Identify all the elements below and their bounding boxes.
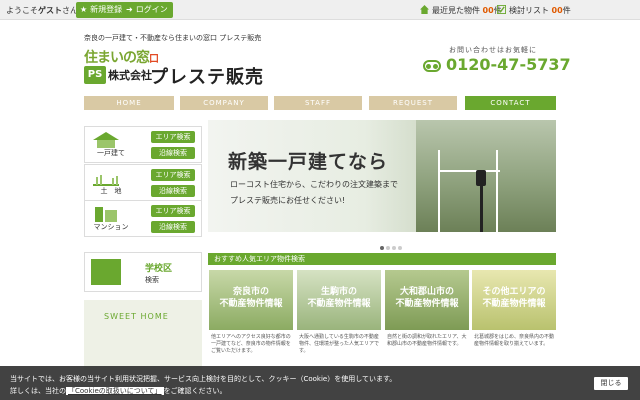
- freedial-icon: [423, 60, 441, 72]
- search-mansion-box: マンション エリア検索 沿線検索: [84, 200, 202, 237]
- school-icon: [91, 259, 121, 285]
- card-description: 他エリアへのアクセス良好な都市の一戸建てなど、奈良市の物件情報をご覧いただけます…: [211, 334, 291, 354]
- area-card-other[interactable]: その他エリアの 不動産物件情報 北葛城郡をはじめ、奈良県内の不動産物件情報を取り…: [472, 270, 556, 370]
- logo-text[interactable]: 住まいの窓口: [84, 47, 159, 67]
- logo-mark: PS: [84, 66, 106, 84]
- star-icon: ★: [80, 5, 88, 14]
- slider-dot[interactable]: [392, 246, 396, 250]
- search-house-box: 一戸建て エリア検索 沿線検索: [84, 126, 202, 163]
- area-card-ikoma[interactable]: 生駒市の 不動産物件情報 大阪へ通勤している生駒市の不動産物件、住環境が整った人…: [297, 270, 381, 370]
- top-bar: ようこそゲストさん ★ 新規登録 ➜ ログイン 最近見た物件 00件 検討リスト 0…: [0, 0, 640, 20]
- area-card-yamatokoriyama[interactable]: 大和郡山市の 不動産物件情報 自然と街の調和が取れたエリア、大和郡山市の不動産物…: [385, 270, 469, 370]
- nav-request[interactable]: REQUEST: [369, 96, 457, 110]
- hero-line1: ローコスト住宅から、こだわりの注文建築まで: [230, 180, 398, 189]
- hero-banner[interactable]: 新築一戸建てなら ローコスト住宅から、こだわりの注文建築まで プレステ販売にお任…: [208, 120, 556, 232]
- school-district-search[interactable]: 学校区 検索: [84, 252, 202, 292]
- nav-staff[interactable]: STAFF: [274, 96, 362, 110]
- slider-dot[interactable]: [398, 246, 402, 250]
- land-line-search-button[interactable]: 沿線検索: [151, 185, 195, 197]
- house-icon: [420, 5, 429, 14]
- cookie-text-2: 詳しくは、当社の 「Cookieの取扱いについて」 をご確認ください。: [10, 387, 227, 395]
- slider-dots: [380, 235, 404, 254]
- sweet-home-text: SWEET HOME: [104, 312, 169, 321]
- land-label: 土 地: [100, 187, 122, 195]
- hero-title: 新築一戸建てなら: [228, 151, 389, 173]
- house-area-search-button[interactable]: エリア検索: [151, 131, 195, 143]
- nav-company[interactable]: COMPANY: [180, 96, 268, 110]
- card-subtitle: 不動産物件情報: [219, 299, 283, 309]
- register-button[interactable]: ★ 新規登録: [76, 2, 128, 18]
- nav-home[interactable]: HOME: [84, 96, 174, 110]
- search-land-box: 土 地 エリア検索 沿線検索: [84, 164, 202, 201]
- login-icon: ➜: [126, 5, 133, 14]
- mansion-line-search-button[interactable]: 沿線検索: [151, 221, 195, 233]
- hero-fence: [438, 150, 500, 232]
- house-icon: [93, 132, 119, 148]
- card-description: 大阪へ通勤している生駒市の不動産物件、住環境が整った人気エリアです。: [299, 334, 380, 354]
- house-label: 一戸建て: [97, 149, 125, 157]
- slider-dot[interactable]: [380, 246, 384, 250]
- site-tagline: 奈良の一戸建て・不動産なら住まいの窓口 プレステ販売: [84, 34, 262, 42]
- school-search-label: 検索: [145, 276, 159, 284]
- area-card-nara[interactable]: 奈良市の 不動産物件情報 他エリアへのアクセス良好な都市の一戸建てなど、奈良市の…: [209, 270, 293, 370]
- lamp-post: [480, 186, 483, 232]
- hero-line2: プレステ販売にお任せください!: [230, 196, 346, 205]
- cookie-banner: 当サイトでは、お客様の当サイト利用状況把握、サービス向上検討を目的として、クッキ…: [0, 366, 640, 400]
- sweet-home-banner[interactable]: SWEET HOME: [84, 300, 202, 370]
- review-list-link[interactable]: 検討リスト 00件: [497, 5, 571, 16]
- mansion-label: マンション: [93, 223, 129, 231]
- cookie-policy-link[interactable]: 「Cookieの取扱いについて」: [66, 387, 164, 395]
- welcome-text: ようこそゲストさん: [6, 6, 78, 15]
- cookie-close-button[interactable]: 閉じる: [594, 377, 628, 390]
- recent-viewed-link[interactable]: 最近見た物件 00件: [420, 5, 502, 16]
- card-description: 自然と街の調和が取れたエリア、大和郡山市の不動産物件情報です。: [387, 334, 467, 347]
- main-nav: HOME COMPANY STAFF REQUEST CONTACT: [84, 96, 556, 110]
- company-name[interactable]: プレステ販売: [150, 63, 264, 89]
- nav-contact[interactable]: CONTACT: [465, 96, 556, 110]
- cookie-text: 当サイトでは、お客様の当サイト利用状況把握、サービス向上検討を目的として、クッキ…: [10, 375, 397, 383]
- company-prefix: 株式会社: [108, 69, 152, 82]
- card-subtitle: 不動産物件情報: [395, 299, 459, 309]
- house-line-search-button[interactable]: 沿線検索: [151, 147, 195, 159]
- school-label: 学校区: [145, 264, 173, 274]
- checkbox-icon: [497, 5, 506, 14]
- contact-label: お問い合わせはお気軽に: [449, 46, 537, 54]
- phone-number[interactable]: 0120-47-5737: [446, 55, 571, 74]
- card-subtitle: 不動産物件情報: [482, 299, 546, 309]
- card-description: 北葛城郡をはじめ、奈良県内の不動産物件情報を取り揃えています。: [474, 334, 555, 347]
- mansion-icon: [95, 207, 117, 222]
- section-title: おすすめ人気エリア物件検索: [208, 253, 556, 265]
- mansion-area-search-button[interactable]: エリア検索: [151, 205, 195, 217]
- land-area-search-button[interactable]: エリア検索: [151, 169, 195, 181]
- lamp-icon: [476, 170, 486, 186]
- login-button[interactable]: ➜ ログイン: [122, 2, 173, 18]
- land-icon: [93, 175, 119, 186]
- card-subtitle: 不動産物件情報: [307, 299, 371, 309]
- slider-dot[interactable]: [386, 246, 390, 250]
